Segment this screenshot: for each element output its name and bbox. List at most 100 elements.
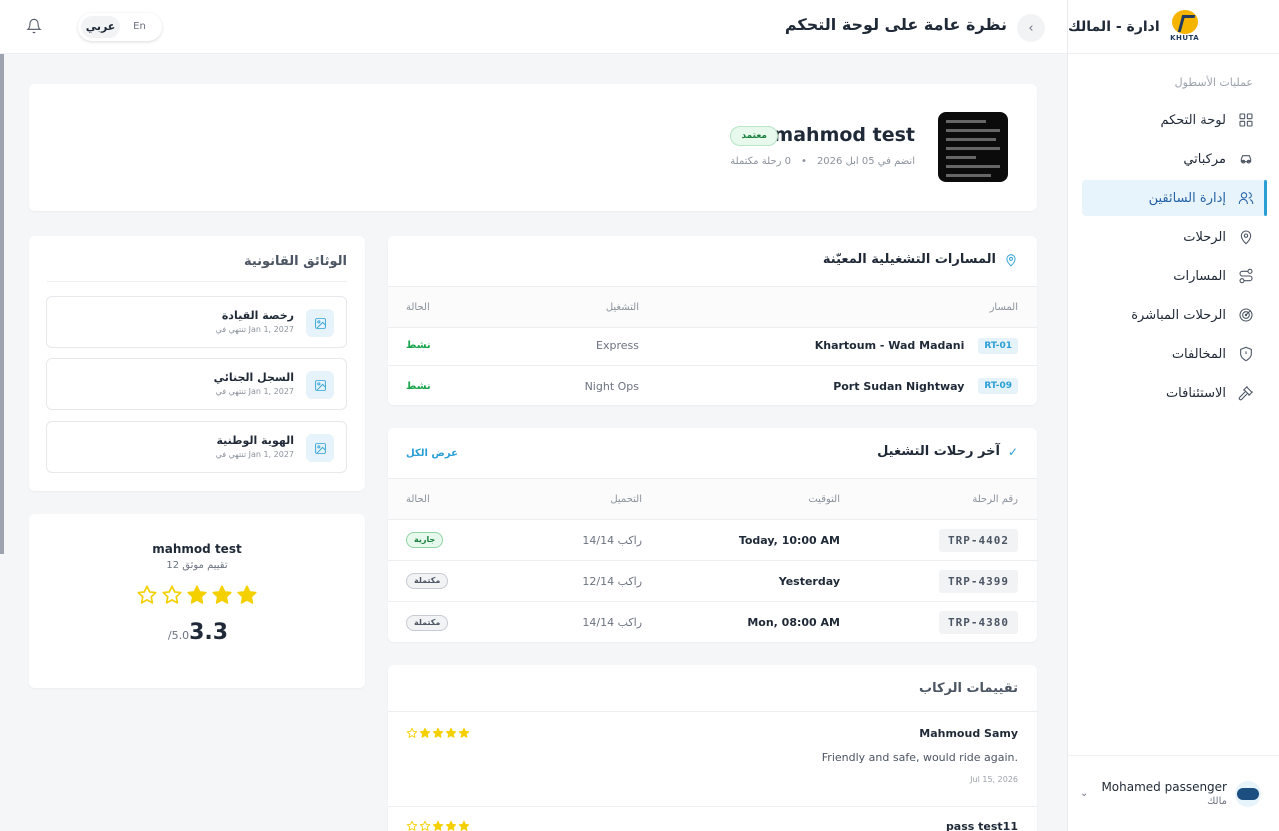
- document-title: رخصة القيادة: [221, 309, 294, 322]
- star-filled-icon: [419, 727, 431, 738]
- brand-title: ادارة - المالك: [1068, 18, 1160, 35]
- review-stars: [406, 820, 470, 831]
- sidebar-item-label: الاستئنافات: [1165, 385, 1226, 401]
- sidebar-item-route[interactable]: المسارات: [1082, 258, 1266, 294]
- scrollbar[interactable]: [0, 54, 4, 554]
- document-item[interactable]: الهوية الوطنية تنتهي في Jan 1, 2027: [46, 421, 347, 473]
- star-filled-icon: [445, 820, 457, 831]
- completed-trips: 0 رحلة مكتملة: [730, 156, 792, 167]
- user-menu[interactable]: Mohamed passenger مالك ⌄: [1068, 755, 1279, 831]
- rating-score: /5.03.3: [167, 620, 229, 645]
- route-name: Port Sudan Nightway: [833, 379, 965, 393]
- star-empty-icon: [137, 585, 157, 604]
- col-status: الحالة: [406, 301, 430, 313]
- document-title: الهوية الوطنية: [216, 434, 295, 447]
- trip-time: Mon, 08:00 AM: [747, 616, 840, 629]
- sidebar-item-dashboard[interactable]: لوحة التحكم: [1082, 102, 1266, 138]
- gavel-icon: [1238, 385, 1254, 401]
- sidebar-section-label: عمليات الأسطول: [1174, 76, 1253, 89]
- bell-icon[interactable]: [26, 18, 42, 37]
- lang-en-option[interactable]: En: [120, 16, 159, 38]
- driver-meta: انضم في 05 ابل 2026•0 رحلة مكتملة: [730, 156, 915, 167]
- route-ops: Night Ops: [584, 379, 639, 393]
- col-route: المسار: [989, 301, 1018, 313]
- status-badge: جارية: [406, 532, 444, 548]
- sidebar-item-label: إدارة السائقين: [1148, 190, 1226, 206]
- sidebar-item-label: المخالفات: [1171, 346, 1226, 362]
- users-icon: [1238, 190, 1254, 206]
- table-header: رقم الرحلة التوقيت التحميل الحالة: [388, 478, 1037, 520]
- recent-trips-card: ✓ آخر رحلات التشغيل عرض الكل رقم الرحلة …: [388, 428, 1037, 642]
- reviewer-name: Mahmoud Samy: [919, 727, 1018, 740]
- lang-ar-option[interactable]: عربي: [81, 16, 120, 38]
- map-pin-icon: [1238, 229, 1254, 245]
- star-filled-icon: [445, 727, 457, 738]
- review-stars: [406, 727, 470, 739]
- radar-icon: [1238, 307, 1254, 323]
- star-filled-icon: [458, 727, 470, 738]
- rating-card: mahmod test 12 تقييم موثق /5.03.3: [29, 514, 365, 688]
- document-expiry: تنتهي في Jan 1, 2027: [215, 450, 294, 459]
- review-text: Friendly and safe, would ride again.: [821, 751, 1018, 764]
- route-code: RT-01: [978, 337, 1018, 354]
- trip-load: 14/14 راكب: [582, 533, 642, 547]
- sidebar-item-gavel[interactable]: الاستئنافات: [1082, 375, 1266, 411]
- chevron-down-icon[interactable]: ⌄: [1080, 788, 1088, 799]
- user-name: Mohamed passenger: [1101, 780, 1227, 794]
- joined-date: انضم في 05 ابل 2026: [816, 156, 915, 167]
- review-item: pass test11: [388, 820, 1037, 831]
- map-pin-icon: [1006, 253, 1016, 266]
- user-role: مالك: [1207, 796, 1227, 807]
- check-icon: ✓: [1007, 444, 1018, 459]
- trip-load: 12/14 راكب: [582, 574, 642, 588]
- col-time: التوقيت: [808, 493, 840, 505]
- sidebar-item-label: الرحلات: [1183, 229, 1226, 245]
- image-icon: [306, 434, 334, 462]
- sidebar-item-radar[interactable]: الرحلات المباشرة: [1082, 297, 1266, 333]
- table-row[interactable]: TRP-4380 Mon, 08:00 AM 14/14 راكب مكتملة: [388, 602, 1037, 643]
- review-date: Jul 15, 2026: [970, 775, 1018, 784]
- col-status: الحالة: [406, 493, 430, 505]
- table-row[interactable]: TRP-4402 Today, 10:00 AM 14/14 راكب جارية: [388, 520, 1037, 561]
- brand: KHUTA ادارة - المالك: [1068, 0, 1279, 54]
- sidebar-item-map-pin[interactable]: الرحلات: [1082, 219, 1266, 255]
- sidebar-item-label: المسارات: [1173, 268, 1226, 284]
- star-filled-icon: [212, 585, 232, 604]
- back-button[interactable]: ‹: [1017, 14, 1045, 42]
- star-filled-icon: [237, 585, 257, 604]
- trips-title: آخر رحلات التشغيل: [877, 444, 1000, 459]
- star-filled-icon: [432, 820, 444, 831]
- route-ops: Express: [596, 339, 639, 352]
- sidebar-nav: لوحة التحكم مركباتي إدارة السائقين الرحلات ا…: [1068, 102, 1279, 411]
- sidebar-item-car[interactable]: مركباتي: [1082, 141, 1266, 177]
- rating-max: /5.0: [167, 629, 190, 642]
- table-row[interactable]: RT-01 Khartoum - Wad Madani Express نشط: [388, 326, 1037, 366]
- star-filled-icon: [458, 820, 470, 831]
- dashboard-icon: [1238, 112, 1254, 128]
- document-title: السجل الجنائي: [213, 371, 294, 384]
- table-row[interactable]: RT-09 Port Sudan Nightway Night Ops نشط: [388, 366, 1037, 406]
- document-item[interactable]: رخصة القيادة تنتهي في Jan 1, 2027: [46, 296, 347, 348]
- status-badge: مكتملة: [406, 573, 449, 589]
- rating-stars: [29, 584, 365, 606]
- rating-driver-name: mahmod test: [152, 542, 242, 556]
- khuta-logo: KHUTA: [1170, 9, 1200, 44]
- page-title: نظرة عامة على لوحة التحكم: [784, 15, 1007, 34]
- view-all-link[interactable]: عرض الكل: [406, 448, 458, 459]
- table-header: المسار التشغيل الحالة: [388, 286, 1037, 328]
- document-expiry: تنتهي في Jan 1, 2027: [215, 387, 294, 396]
- trip-load: 14/14 راكب: [582, 616, 642, 629]
- star-empty-icon: [419, 820, 431, 831]
- shield-icon: [1238, 346, 1254, 362]
- language-toggle[interactable]: عربي En: [78, 13, 162, 41]
- chevron-left-icon: ‹: [1028, 20, 1034, 36]
- sidebar-item-users[interactable]: إدارة السائقين: [1082, 180, 1267, 216]
- col-ops: التشغيل: [605, 301, 639, 313]
- table-row[interactable]: TRP-4399 Yesterday 12/14 راكب مكتملة: [388, 561, 1037, 602]
- sidebar-item-shield[interactable]: المخالفات: [1082, 336, 1266, 372]
- trip-time: Yesterday: [778, 574, 840, 588]
- trip-time: Today, 10:00 AM: [738, 533, 840, 547]
- document-item[interactable]: السجل الجنائي تنتهي في Jan 1, 2027: [46, 358, 347, 410]
- driver-photo: [938, 112, 1008, 182]
- trip-id: TRP-4380: [939, 611, 1018, 634]
